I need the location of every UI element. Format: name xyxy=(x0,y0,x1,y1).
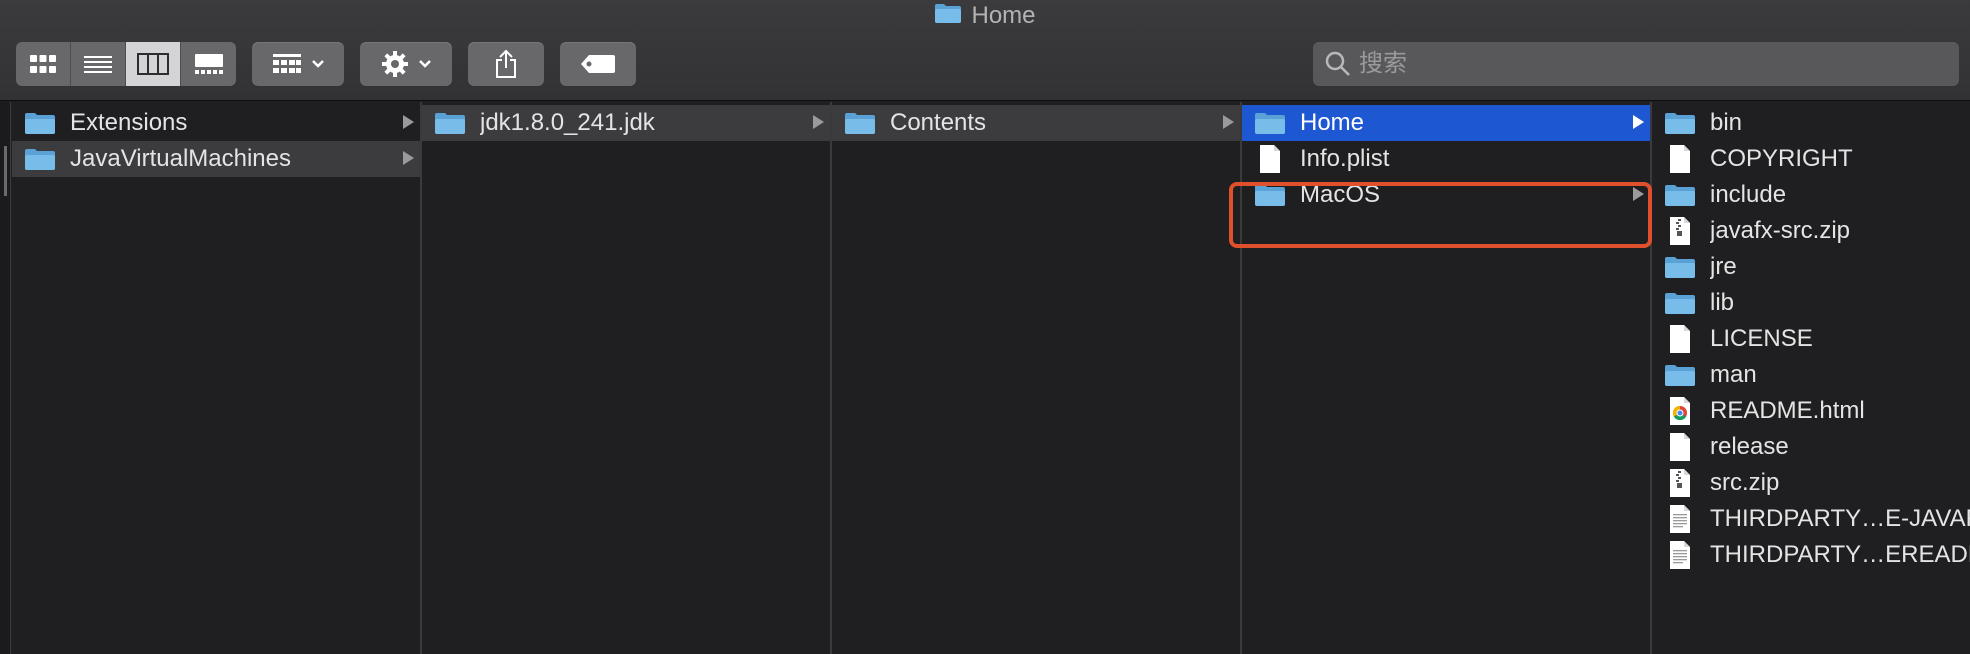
list-item-jdk[interactable]: jdk1.8.0_241.jdk xyxy=(422,105,830,141)
zip-file-icon xyxy=(1664,216,1696,246)
document-icon xyxy=(1254,144,1286,174)
list-item-info-plist[interactable]: Info.plist xyxy=(1242,141,1650,177)
disclosure-arrow-icon xyxy=(403,115,414,129)
column-browser: Extensions JavaVirtualMachines jdk1.8.0_… xyxy=(0,102,1970,654)
share-button[interactable] xyxy=(468,42,544,86)
folder-icon xyxy=(1254,108,1286,138)
html-file-icon xyxy=(1664,396,1696,426)
group-by-button[interactable] xyxy=(252,42,344,86)
search-input[interactable] xyxy=(1359,44,1939,84)
list-item-macos[interactable]: MacOS xyxy=(1242,177,1650,213)
list-item-javavirtualmachines[interactable]: JavaVirtualMachines xyxy=(12,141,420,177)
group-by-icon xyxy=(272,54,301,73)
text-file-icon xyxy=(1664,504,1696,534)
folder-icon xyxy=(1664,180,1696,210)
action-menu-button[interactable] xyxy=(360,42,452,86)
list-item-thirdparty-readme[interactable]: THIRDPARTY…EREADME.txt xyxy=(1652,537,1970,573)
list-item-bin[interactable]: bin xyxy=(1652,105,1970,141)
document-icon xyxy=(1664,324,1696,354)
gallery-icon xyxy=(194,54,223,74)
sidebar-edge xyxy=(0,102,11,654)
column-4[interactable]: Home Info.plist MacOS xyxy=(1242,102,1652,654)
search-field[interactable] xyxy=(1313,42,1959,86)
list-item-man[interactable]: man xyxy=(1652,357,1970,393)
list-item-copyright[interactable]: COPYRIGHT xyxy=(1652,141,1970,177)
chevron-down-icon xyxy=(311,60,324,68)
list-icon xyxy=(84,56,112,73)
chevron-down-icon xyxy=(418,60,431,68)
icon-view-button[interactable] xyxy=(16,42,71,86)
list-item-extensions[interactable]: Extensions xyxy=(12,105,420,141)
tag-button[interactable] xyxy=(560,42,636,86)
window-title: Home xyxy=(0,1,1970,31)
list-item-javafx-src-zip[interactable]: javafx-src.zip xyxy=(1652,213,1970,249)
share-icon xyxy=(496,49,516,78)
list-item-readme-html[interactable]: README.html xyxy=(1652,393,1970,429)
grid-icon xyxy=(30,55,56,73)
folder-icon xyxy=(24,108,56,138)
folder-icon xyxy=(1254,180,1286,210)
zip-file-icon xyxy=(1664,468,1696,498)
tag-icon xyxy=(581,55,615,73)
text-file-icon xyxy=(1664,540,1696,570)
list-item-release[interactable]: release xyxy=(1652,429,1970,465)
resize-handle[interactable] xyxy=(4,146,7,196)
disclosure-arrow-icon xyxy=(403,151,414,165)
disclosure-arrow-icon xyxy=(1633,187,1644,201)
gallery-view-button[interactable] xyxy=(181,42,236,86)
list-item-jre[interactable]: jre xyxy=(1652,249,1970,285)
disclosure-arrow-icon xyxy=(1223,115,1234,129)
column-5[interactable]: bin COPYRIGHT include javafx-src.zip jre… xyxy=(1652,102,1970,654)
folder-icon xyxy=(934,2,962,31)
list-item-contents[interactable]: Contents xyxy=(832,105,1240,141)
search-icon xyxy=(1325,51,1350,76)
finder-toolbar: Home xyxy=(0,0,1970,101)
disclosure-arrow-icon xyxy=(813,115,824,129)
column-1[interactable]: Extensions JavaVirtualMachines xyxy=(12,102,422,654)
column-view-button[interactable] xyxy=(126,42,181,86)
folder-icon xyxy=(24,144,56,174)
list-item-src-zip[interactable]: src.zip xyxy=(1652,465,1970,501)
view-mode-segmented-control xyxy=(16,42,236,86)
window-title-text: Home xyxy=(971,2,1036,29)
columns-icon xyxy=(137,53,169,75)
gear-icon xyxy=(381,51,408,77)
document-icon xyxy=(1664,144,1696,174)
folder-icon xyxy=(1664,108,1696,138)
disclosure-arrow-icon xyxy=(1633,115,1644,129)
list-item-thirdparty-javafx[interactable]: THIRDPARTY…E-JAVAFX.txt xyxy=(1652,501,1970,537)
list-item-include[interactable]: include xyxy=(1652,177,1970,213)
column-3[interactable]: Contents xyxy=(832,102,1242,654)
column-2[interactable]: jdk1.8.0_241.jdk xyxy=(422,102,832,654)
folder-icon xyxy=(1664,288,1696,318)
list-item-lib[interactable]: lib xyxy=(1652,285,1970,321)
list-view-button[interactable] xyxy=(71,42,126,86)
document-icon xyxy=(1664,432,1696,462)
folder-icon xyxy=(434,108,466,138)
folder-icon xyxy=(1664,252,1696,282)
folder-icon xyxy=(844,108,876,138)
list-item-license[interactable]: LICENSE xyxy=(1652,321,1970,357)
list-item-home[interactable]: Home xyxy=(1242,105,1650,141)
folder-icon xyxy=(1664,360,1696,390)
